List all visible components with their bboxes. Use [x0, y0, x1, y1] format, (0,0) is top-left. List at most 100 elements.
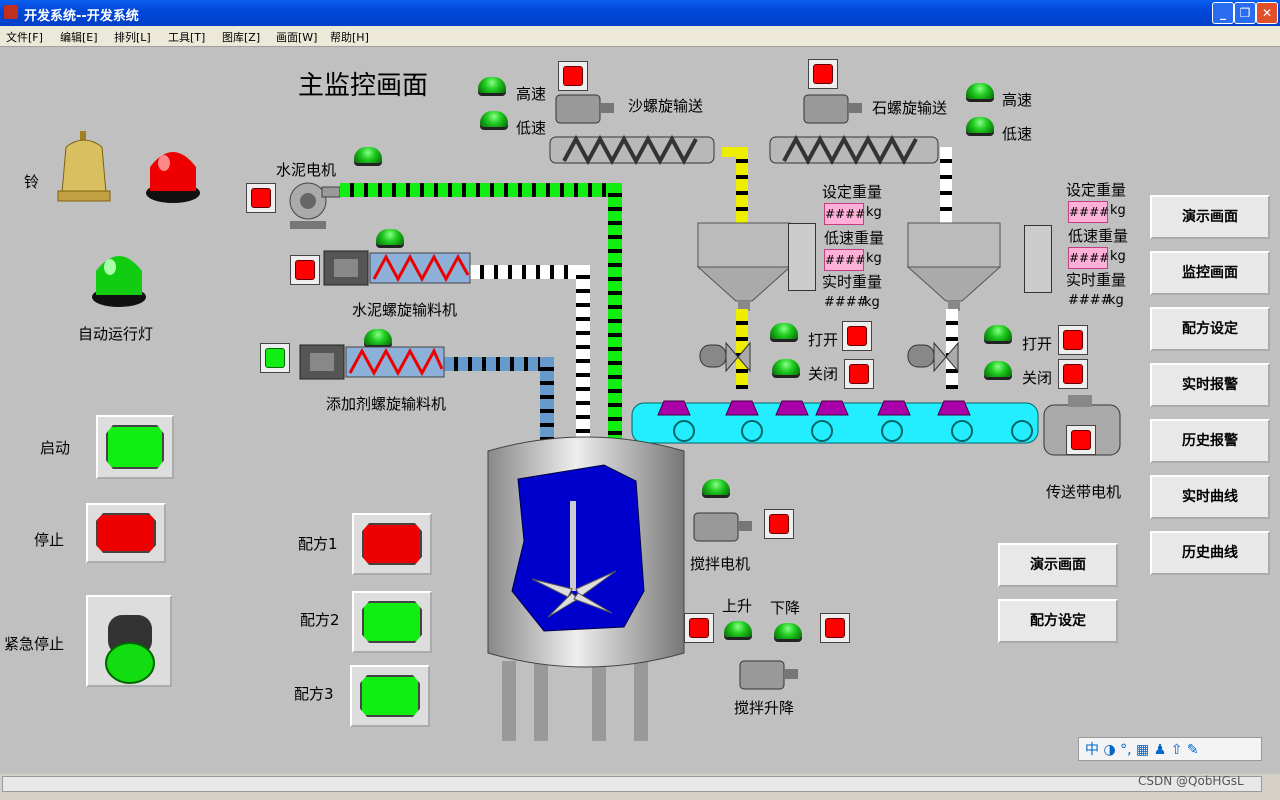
sand-motor-icon — [555, 94, 614, 124]
minimize-button[interactable]: _ — [1212, 2, 1234, 24]
recipe1-button[interactable] — [352, 513, 432, 575]
sand-level-gauge — [788, 223, 816, 291]
estop-button[interactable] — [86, 595, 172, 687]
stone-high-label: 高速 — [1002, 91, 1033, 109]
stone-motor-icon — [803, 94, 862, 124]
nav-realtime-curve[interactable]: 实时曲线 — [1150, 475, 1270, 519]
sand-valve-icon — [699, 341, 751, 373]
horizontal-scrollbar[interactable] — [2, 776, 1262, 792]
nav-history-alarm[interactable]: 历史报警 — [1150, 419, 1270, 463]
sand-low-label: 低速 — [516, 119, 547, 137]
menu-screen[interactable]: 画面[W] — [276, 29, 317, 45]
start-button[interactable] — [96, 415, 174, 479]
menu-file[interactable]: 文件[F] — [6, 29, 43, 45]
stone-low-light — [966, 117, 994, 133]
down-button[interactable] — [820, 613, 850, 643]
recipe2-button[interactable] — [352, 591, 432, 653]
nav-realtime-alarm[interactable]: 实时报警 — [1150, 363, 1270, 407]
pump-motor-icon — [289, 182, 341, 229]
recipe2-label: 配方2 — [300, 611, 340, 629]
sand-low-weight-field[interactable]: #### — [824, 249, 865, 271]
stone-open-button[interactable] — [1058, 325, 1088, 355]
sand-close-button[interactable] — [844, 359, 874, 389]
estop-knob-icon — [105, 615, 155, 684]
menu-arrange[interactable]: 排列[L] — [114, 29, 151, 45]
sand-conveyor-icon — [549, 134, 715, 166]
cement-status-light — [376, 229, 404, 245]
recipe3-label: 配方3 — [294, 685, 334, 703]
recipe3-button[interactable] — [350, 665, 430, 727]
menu-tools[interactable]: 工具[T] — [168, 29, 205, 45]
pump-button[interactable] — [246, 183, 276, 213]
restore-button[interactable]: ❐ — [1234, 2, 1256, 24]
stone-conveyor-icon — [769, 134, 939, 166]
sand-label: 沙螺旋输送 — [628, 97, 704, 115]
water-pipe — [340, 183, 622, 197]
up-status-light — [724, 621, 752, 637]
additive-screw-icon — [299, 344, 445, 380]
title-bar: 开发系统--开发系统 _ ❐ ✕ — [0, 0, 1280, 26]
bell-icon — [57, 131, 111, 202]
ime-toolbar[interactable]: 中 ◑ °, ▦ ♟ ⇧ ✎ — [1078, 737, 1262, 761]
mixer-button[interactable] — [764, 509, 794, 539]
pump-status-light — [354, 147, 382, 163]
sand-set-weight-field[interactable]: #### — [824, 203, 865, 225]
menu-bar: 文件[F] 编辑[E] 排列[L] 工具[T] 图库[Z] 画面[W] 帮助[H… — [0, 26, 1280, 47]
status-bar: CSDN @QobHGsL — [0, 774, 1280, 800]
sand-button[interactable] — [558, 61, 588, 91]
hmi-canvas: 主监控画面 铃 自动运行灯 启动 停止 紧急停止 配方1 配方2 配方3 水泥电… — [4, 47, 1272, 774]
stone-close-button[interactable] — [1058, 359, 1088, 389]
stone-valve-icon — [907, 341, 959, 373]
nav-history-curve[interactable]: 历史曲线 — [1150, 531, 1270, 575]
sand-real-weight-value: #### — [824, 295, 868, 310]
stone-set-kg: kg — [1110, 203, 1126, 218]
stone-low-kg: kg — [1110, 249, 1126, 264]
sand-real-weight-label: 实时重量 — [822, 273, 883, 291]
lift-motor-icon — [739, 660, 798, 690]
sand-close-label: 关闭 — [808, 365, 839, 383]
lift-label: 搅拌升降 — [734, 699, 795, 717]
stone-real-weight-label: 实时重量 — [1066, 271, 1127, 289]
sand-real-kg: kg — [864, 295, 880, 310]
additive-button[interactable] — [260, 343, 290, 373]
mixer-status-light — [702, 479, 730, 495]
menu-help[interactable]: 帮助[H] — [330, 29, 369, 45]
nav-recipe-settings[interactable]: 配方设定 — [1150, 307, 1270, 351]
stone-open-light — [984, 325, 1012, 341]
cement-pipe — [470, 265, 590, 279]
stop-button[interactable] — [86, 503, 166, 563]
menu-gallery[interactable]: 图库[Z] — [222, 29, 260, 45]
down-status-light — [774, 623, 802, 639]
sand-set-weight-label: 设定重量 — [822, 183, 883, 201]
water-pipe-vertical — [608, 183, 622, 443]
up-button[interactable] — [684, 613, 714, 643]
sand-open-button[interactable] — [842, 321, 872, 351]
stone-low-weight-field[interactable]: #### — [1068, 247, 1109, 269]
stone-set-weight-field[interactable]: #### — [1068, 201, 1109, 223]
start-label: 启动 — [40, 439, 71, 457]
stone-hopper-icon — [906, 222, 1002, 311]
stone-real-kg: kg — [1108, 293, 1124, 308]
stone-button[interactable] — [808, 59, 838, 89]
stone-low-label: 低速 — [1002, 125, 1033, 143]
close-button[interactable]: ✕ — [1256, 2, 1278, 24]
belt-motor-button[interactable] — [1066, 425, 1096, 455]
estop-label: 紧急停止 — [4, 635, 65, 653]
app-icon — [4, 5, 18, 19]
recipe-settings-button[interactable]: 配方设定 — [998, 599, 1118, 643]
stone-level-gauge — [1024, 225, 1052, 293]
watermark: CSDN @QobHGsL — [1138, 774, 1244, 788]
nav-monitor-screen[interactable]: 监控画面 — [1150, 251, 1270, 295]
demo-screen-button[interactable]: 演示画面 — [998, 543, 1118, 587]
menu-edit[interactable]: 编辑[E] — [60, 29, 98, 45]
sand-high-label: 高速 — [516, 85, 547, 103]
window-title: 开发系统--开发系统 — [24, 9, 139, 24]
stone-label: 石螺旋输送 — [872, 99, 948, 117]
cement-button[interactable] — [290, 255, 320, 285]
stone-real-weight-value: #### — [1068, 293, 1112, 308]
nav-demo-screen[interactable]: 演示画面 — [1150, 195, 1270, 239]
stone-close-label: 关闭 — [1022, 369, 1053, 387]
sand-low-kg: kg — [866, 251, 882, 266]
stop-label: 停止 — [34, 531, 65, 549]
mixer-label: 搅拌电机 — [690, 555, 751, 573]
